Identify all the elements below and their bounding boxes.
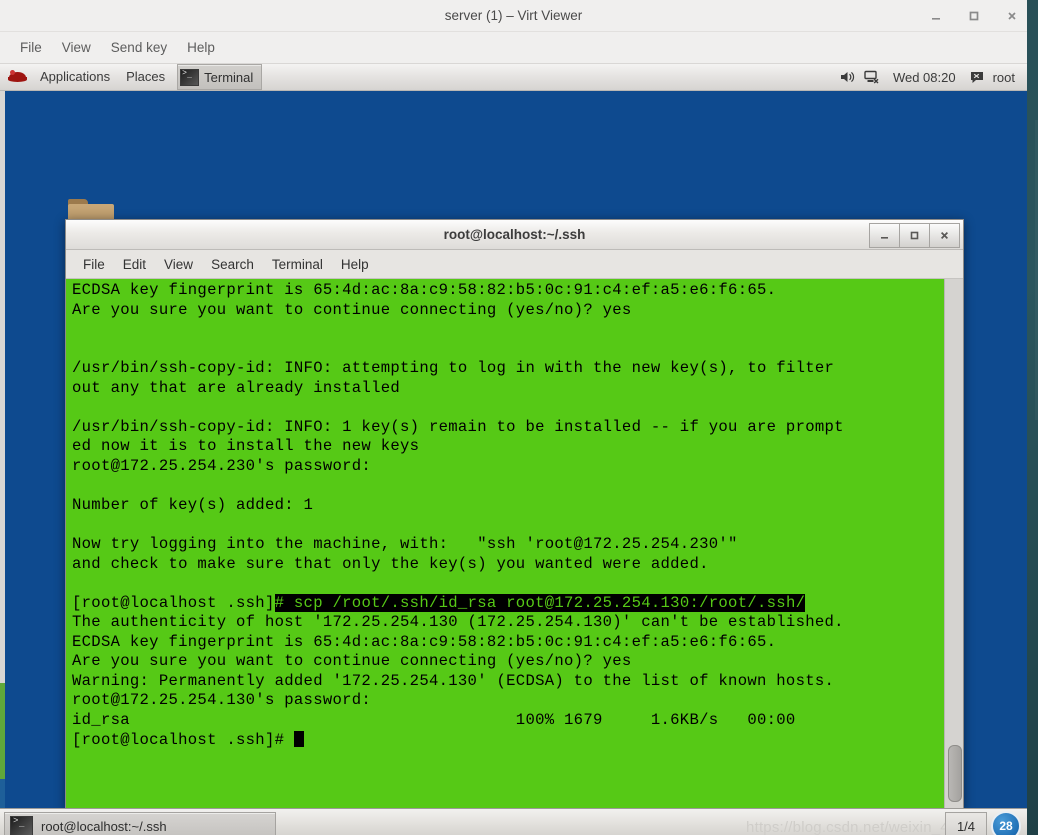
menu-file[interactable]: File bbox=[10, 37, 52, 58]
maximize-icon[interactable] bbox=[965, 7, 983, 25]
csdn-badge-icon: 28 bbox=[991, 811, 1021, 835]
terminal-cursor bbox=[293, 730, 304, 747]
taskbar-window-button[interactable]: root@localhost:~/.ssh bbox=[4, 812, 276, 835]
workspace-switcher[interactable]: 1/4 bbox=[945, 812, 987, 835]
taskbar-window-label: root@localhost:~/.ssh bbox=[41, 818, 167, 834]
menu-help[interactable]: Help bbox=[177, 37, 225, 58]
virt-viewer-window-controls bbox=[927, 0, 1021, 31]
terminal-line: /usr/bin/ssh-copy-id: INFO: 1 key(s) rem… bbox=[72, 417, 844, 436]
terminal-screen[interactable]: ECDSA key fingerprint is 65:4d:ac:8a:c9:… bbox=[66, 279, 944, 808]
terminal-line: [root@localhost .ssh]# scp /root/.ssh/id… bbox=[72, 593, 944, 614]
terminal-body: ECDSA key fingerprint is 65:4d:ac:8a:c9:… bbox=[66, 279, 963, 808]
terminal-menubar: File Edit View Search Terminal Help bbox=[66, 250, 963, 279]
terminal-line: root@172.25.254.230's password: bbox=[72, 456, 372, 475]
places-menu[interactable]: Places bbox=[118, 62, 173, 92]
terminal-prompt: [root@localhost .ssh]# bbox=[72, 730, 294, 749]
panel-clock[interactable]: Wed 08:20 bbox=[885, 70, 964, 85]
window-list-item-terminal[interactable]: Terminal bbox=[177, 64, 263, 90]
terminal-menu-help[interactable]: Help bbox=[332, 255, 378, 274]
virt-viewer-title: server (1) – Virt Viewer bbox=[444, 8, 583, 23]
gnome-top-panel: Applications Places Terminal bbox=[0, 64, 1027, 91]
chat-bubble-icon[interactable] bbox=[966, 66, 988, 88]
terminal-line: id_rsa 100% 1679 1.6KB/s 00:00 bbox=[72, 711, 796, 730]
terminal-line: root@172.25.254.130's password: bbox=[72, 691, 372, 710]
scrollbar-thumb[interactable] bbox=[948, 745, 962, 802]
terminal-line: ECDSA key fingerprint is 65:4d:ac:8a:c9:… bbox=[72, 632, 777, 651]
minimize-icon[interactable] bbox=[927, 7, 945, 25]
terminal-icon bbox=[180, 68, 200, 86]
left-edge-green bbox=[0, 683, 5, 779]
terminal-menu-edit[interactable]: Edit bbox=[114, 255, 155, 274]
terminal-line: out any that are already installed bbox=[72, 378, 401, 397]
terminal-line: ECDSA key fingerprint is 65:4d:ac:8a:c9:… bbox=[72, 281, 777, 299]
user-menu[interactable]: root bbox=[990, 70, 1019, 85]
vertical-scrollbar[interactable] bbox=[944, 279, 963, 808]
redhat-logo-icon bbox=[8, 67, 28, 87]
close-icon[interactable] bbox=[1003, 7, 1021, 25]
panel-tray: Wed 08:20 root bbox=[837, 64, 1027, 90]
terminal-menu-search[interactable]: Search bbox=[202, 255, 263, 274]
maximize-icon[interactable] bbox=[899, 223, 929, 248]
left-edge-rail bbox=[0, 91, 5, 683]
terminal-line: [root@localhost .ssh]# bbox=[72, 730, 944, 751]
menu-view[interactable]: View bbox=[52, 37, 101, 58]
speaker-icon[interactable] bbox=[837, 66, 859, 88]
terminal-menu-file[interactable]: File bbox=[74, 255, 114, 274]
applications-menu[interactable]: Applications bbox=[32, 62, 118, 92]
virt-viewer-titlebar: server (1) – Virt Viewer bbox=[0, 0, 1027, 32]
terminal-line: Now try logging into the machine, with: … bbox=[72, 535, 738, 554]
close-icon[interactable] bbox=[929, 223, 960, 248]
terminal-line: Warning: Permanently added '172.25.254.1… bbox=[72, 671, 835, 690]
minimize-icon[interactable] bbox=[869, 223, 899, 248]
window-list-item-label: Terminal bbox=[204, 69, 254, 85]
terminal-line: Number of key(s) added: 1 bbox=[72, 496, 314, 515]
panel-left-group: Applications Places Terminal bbox=[0, 62, 263, 92]
terminal-line: Are you sure you want to continue connec… bbox=[72, 300, 632, 319]
screen: server (1) – Virt Viewer File View Send … bbox=[0, 0, 1038, 835]
gnome-bottom-panel: root@localhost:~/.ssh https://blog.csdn.… bbox=[0, 808, 1027, 835]
menu-send-key[interactable]: Send key bbox=[101, 37, 177, 58]
virt-viewer-window: server (1) – Virt Viewer File View Send … bbox=[0, 0, 1027, 835]
terminal-line: /usr/bin/ssh-copy-id: INFO: attempting t… bbox=[72, 359, 835, 378]
terminal-line: Are you sure you want to continue connec… bbox=[72, 652, 632, 671]
terminal-icon bbox=[10, 815, 33, 835]
virt-viewer-menubar: File View Send key Help bbox=[0, 32, 1027, 64]
terminal-titlebar[interactable]: root@localhost:~/.ssh bbox=[66, 220, 963, 250]
terminal-menu-terminal[interactable]: Terminal bbox=[263, 255, 332, 274]
terminal-title: root@localhost:~/.ssh bbox=[443, 227, 586, 242]
terminal-window: root@localhost:~/.ssh File Edit View Sea… bbox=[65, 219, 964, 808]
desktop-area: root@localhost:~/.ssh File Edit View Sea… bbox=[0, 91, 1027, 808]
left-edge-dark bbox=[0, 779, 5, 808]
taskbar-right-group: 1/4 28 bbox=[945, 809, 1027, 835]
terminal-line: ed now it is to install the new keys bbox=[72, 437, 420, 456]
terminal-menu-view[interactable]: View bbox=[155, 255, 202, 274]
terminal-window-controls bbox=[869, 223, 960, 248]
terminal-line: and check to make sure that only the key… bbox=[72, 554, 709, 573]
terminal-selected-command: # scp /root/.ssh/id_rsa root@172.25.254.… bbox=[274, 593, 806, 612]
terminal-line: The authenticity of host '172.25.254.130… bbox=[72, 613, 844, 632]
terminal-prompt: [root@localhost .ssh] bbox=[72, 593, 275, 612]
network-disconnected-icon[interactable] bbox=[861, 66, 883, 88]
